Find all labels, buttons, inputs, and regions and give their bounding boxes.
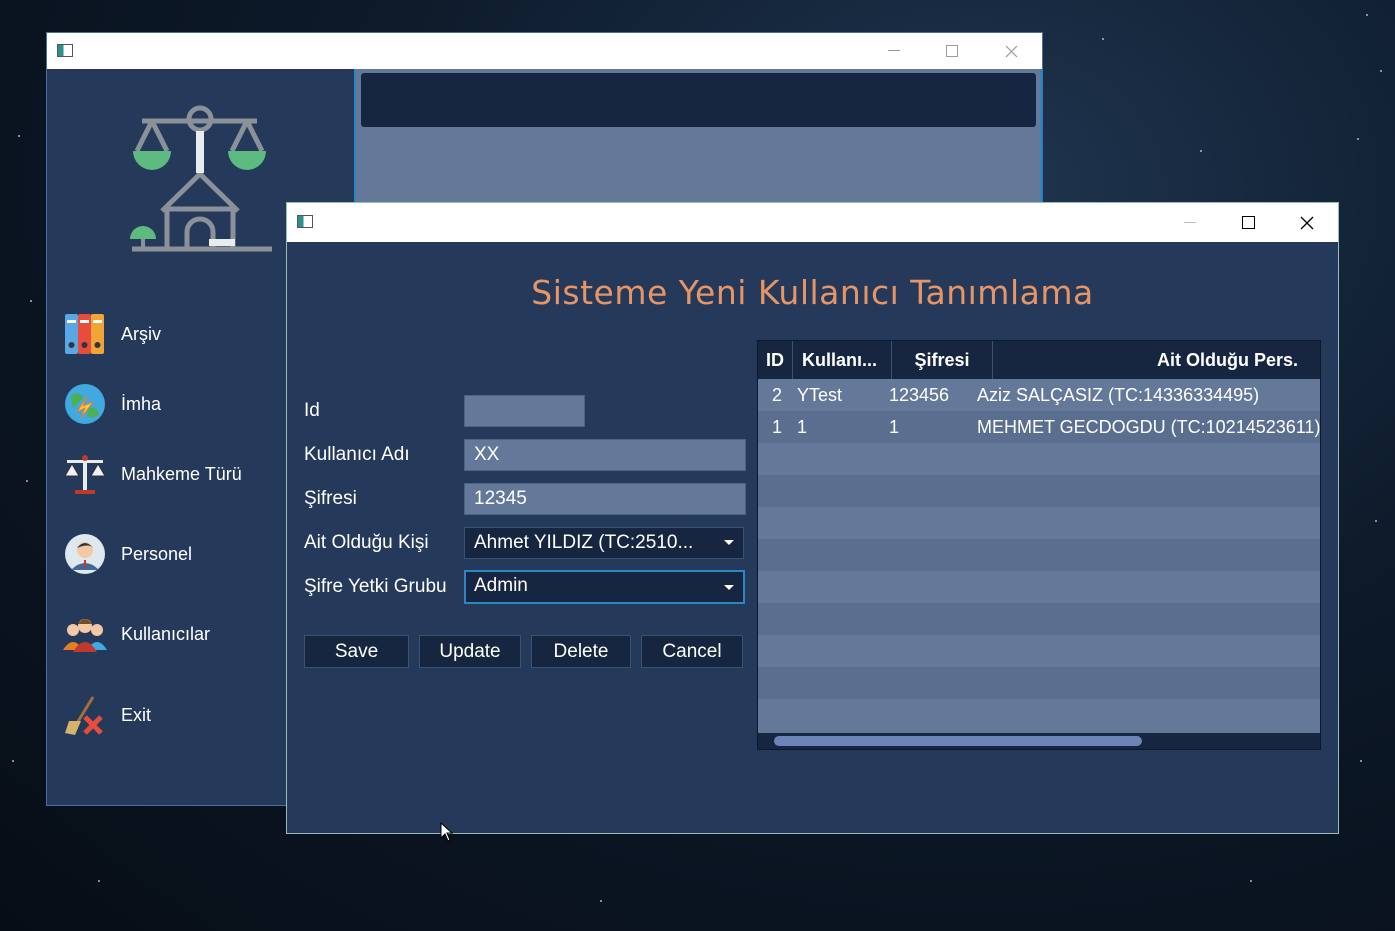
globe-destroy-icon — [65, 384, 105, 424]
minimize-icon — [1184, 221, 1196, 223]
username-field[interactable]: XX — [464, 439, 746, 471]
group-select[interactable]: Admin — [464, 570, 745, 604]
horizontal-scrollbar[interactable] — [758, 733, 1320, 749]
cancel-button[interactable]: Cancel — [641, 635, 743, 668]
empty-row — [758, 699, 1320, 731]
empty-row — [758, 539, 1320, 571]
sidebar-item-imha[interactable]: İmha — [63, 379, 161, 429]
close-button[interactable] — [982, 33, 1040, 69]
table-row[interactable]: 1 1 1 MEHMET GECDOGDU (TC:10214523611) — [758, 411, 1320, 443]
cell-id: 1 — [772, 417, 783, 437]
dialog-titlebar[interactable] — [287, 203, 1338, 242]
empty-row — [758, 603, 1320, 635]
close-icon — [1005, 45, 1017, 57]
column-header-username[interactable]: Kullanı... — [793, 341, 892, 379]
mouse-cursor-icon — [440, 822, 454, 842]
chevron-down-icon — [724, 585, 734, 590]
dialog-minimize-button[interactable] — [1161, 203, 1219, 242]
column-header-person[interactable]: Ait Olduğu Pers. — [993, 341, 1320, 379]
maximize-button[interactable] — [923, 33, 981, 69]
password-label: Şifresi — [304, 488, 357, 509]
update-button[interactable]: Update — [419, 635, 521, 668]
sidebar-item-personel[interactable]: Personel — [63, 529, 192, 579]
sidebar-item-mahkeme-turu[interactable]: Mahkeme Türü — [63, 449, 242, 499]
group-label: Şifre Yetki Grubu — [304, 576, 447, 597]
cell-person: Aziz SALÇASIZ (TC:14336334495) — [977, 385, 1260, 405]
table-header: ID Kullanı... Şifresi Ait Olduğu Pers. — [758, 341, 1320, 379]
person-avatar-icon — [65, 534, 105, 574]
binders-icon — [65, 314, 104, 354]
dialog-maximize-button[interactable] — [1219, 203, 1277, 242]
empty-row — [758, 475, 1320, 507]
sidebar-item-exit[interactable]: Exit — [63, 690, 151, 740]
save-button[interactable]: Save — [304, 635, 409, 668]
maximize-icon — [1241, 216, 1255, 229]
person-select[interactable]: Ahmet YILDIZ (TC:2510... — [464, 527, 744, 559]
group-select-value: Admin — [474, 575, 528, 596]
close-icon — [1300, 216, 1314, 229]
sidebar-item-label: Mahkeme Türü — [121, 463, 242, 484]
sidebar-item-label: İmha — [121, 393, 162, 414]
id-field[interactable] — [464, 395, 585, 427]
sidebar: Arşiv İmha Mahkeme Türü Personel Kullanı… — [47, 69, 287, 805]
empty-row — [758, 635, 1320, 667]
cell-person: MEHMET GECDOGDU (TC:10214523611) — [977, 417, 1321, 437]
new-user-dialog: Sisteme Yeni Kullanıcı Tanımlama Id Kull… — [287, 203, 1338, 833]
sidebar-item-label: Arşiv — [121, 323, 161, 344]
empty-row — [758, 571, 1320, 603]
column-header-password[interactable]: Şifresi — [892, 341, 993, 379]
sidebar-item-label: Personel — [121, 543, 193, 564]
app-icon — [57, 44, 73, 57]
table-row[interactable]: 2 YTest 123456 Aziz SALÇASIZ (TC:1433633… — [758, 379, 1320, 411]
cell-username: YTest — [797, 385, 843, 405]
empty-row — [758, 667, 1320, 699]
column-header-id[interactable]: ID — [758, 341, 793, 379]
maximize-icon — [946, 45, 958, 57]
sidebar-item-arsiv[interactable]: Arşiv — [63, 309, 161, 359]
cell-password: 1 — [889, 417, 900, 437]
sidebar-item-kullanicilar[interactable]: Kullanıcılar — [63, 609, 210, 659]
minimize-button[interactable] — [865, 33, 923, 69]
chevron-down-icon — [724, 540, 734, 545]
users-group-icon — [63, 619, 107, 652]
exit-broom-icon — [65, 696, 103, 735]
cell-password: 123456 — [889, 385, 950, 405]
person-select-value: Ahmet YILDIZ (TC:2510... — [474, 532, 694, 553]
justice-logo-icon — [130, 105, 272, 252]
person-label: Ait Olduğu Kişi — [304, 532, 429, 553]
sidebar-item-label: Exit — [121, 704, 152, 725]
delete-button[interactable]: Delete — [531, 635, 631, 668]
users-table[interactable]: ID Kullanı... Şifresi Ait Olduğu Pers. 2… — [757, 340, 1321, 750]
minimize-icon — [888, 50, 900, 51]
cell-id: 2 — [772, 385, 783, 405]
content-topbar — [361, 73, 1036, 127]
empty-row — [758, 507, 1320, 539]
app-icon — [297, 215, 313, 228]
dialog-heading: Sisteme Yeni Kullanıcı Tanımlama — [531, 273, 1094, 312]
cell-username: 1 — [797, 417, 808, 437]
main-window-titlebar[interactable] — [47, 33, 1042, 69]
empty-row — [758, 443, 1320, 475]
scrollbar-thumb[interactable] — [774, 736, 1142, 746]
id-label: Id — [304, 400, 320, 421]
password-field[interactable]: 12345 — [464, 483, 746, 515]
username-label: Kullanıcı Adı — [304, 444, 410, 465]
dialog-close-button[interactable] — [1278, 203, 1336, 242]
sidebar-item-label: Kullanıcılar — [121, 623, 211, 644]
justice-scale-icon — [64, 455, 106, 494]
